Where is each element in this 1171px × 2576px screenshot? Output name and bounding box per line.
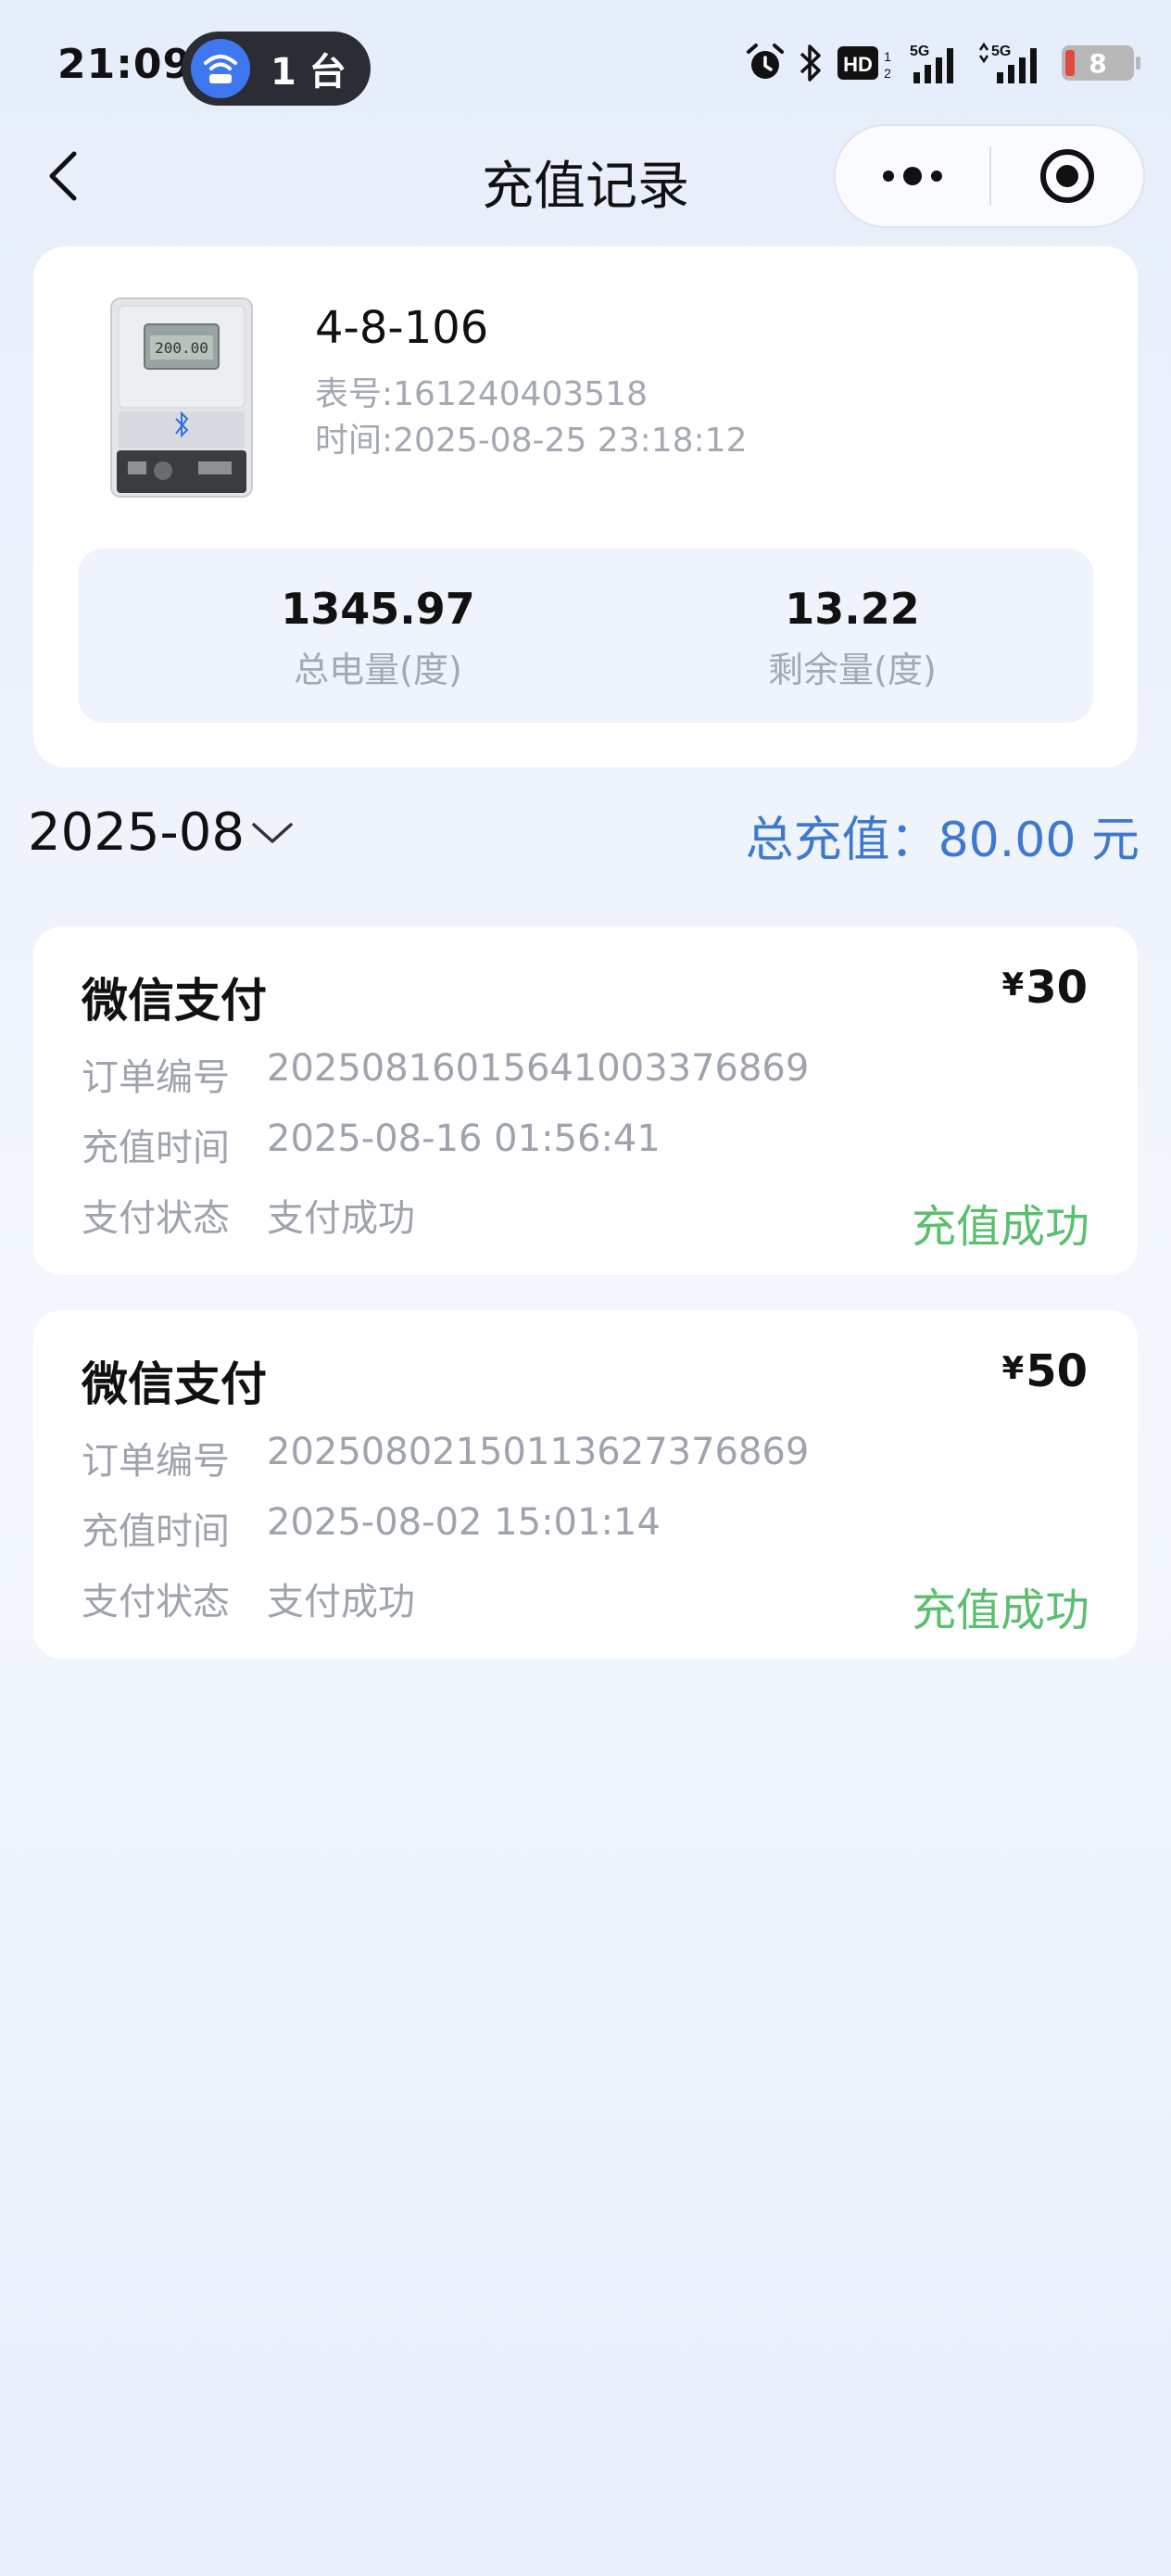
payment-method: 微信支付: [82, 974, 267, 1028]
recharge-time-value: 2025-08-16 01:56:41: [267, 1118, 661, 1160]
status-time: 21:09: [57, 41, 193, 88]
status-bar: 21:09 1 台 HD 1 2 5G 5G 8: [0, 0, 1171, 130]
signal-5g-icon: 5G: [908, 41, 963, 85]
stat-total-energy: 1345.97 总电量(度): [193, 584, 563, 692]
recharge-amount: ¥50: [1002, 1345, 1088, 1397]
recharge-amount: ¥30: [1002, 962, 1088, 1014]
meter-display-reading: 200.00: [155, 339, 208, 357]
month-filter-row: 2025-08 总充值：80.00 元: [0, 793, 1171, 877]
meter-card: 200.00 4-8-106 表号:161240403518 时间:2025-0…: [33, 246, 1138, 767]
svg-text:2: 2: [884, 66, 891, 81]
recharge-status-badge: 充值成功: [911, 1201, 1089, 1253]
hd-icon: HD 1 2: [836, 43, 895, 83]
stat-value: 13.22: [785, 584, 920, 634]
stat-value: 1345.97: [281, 584, 475, 634]
svg-text:1: 1: [884, 49, 891, 64]
svg-text:5G: 5G: [910, 44, 929, 59]
battery-level: 8: [1062, 45, 1140, 81]
recharge-record-card[interactable]: 微信支付 ¥30 订单编号 20250816015641003376869 充值…: [33, 927, 1138, 1275]
alarm-icon: [745, 43, 786, 83]
month-selector[interactable]: 2025-08: [28, 802, 295, 863]
amount-value: 30: [1026, 962, 1088, 1014]
pay-status-row: 支付状态 支付成功: [82, 1572, 415, 1625]
pay-status-value: 支付成功: [267, 1197, 415, 1240]
hotspot-count: 1 台: [271, 51, 346, 94]
total-recharge: 总充值：80.00 元: [745, 813, 1140, 868]
close-button[interactable]: [991, 126, 1143, 226]
recharge-status-badge: 充值成功: [911, 1585, 1089, 1636]
currency-symbol: ¥: [1001, 966, 1025, 1004]
more-button[interactable]: [836, 126, 989, 226]
pay-status-value: 支付成功: [267, 1581, 415, 1623]
hotspot-icon: [191, 39, 250, 98]
order-number-row: 订单编号 20250802150113627376869: [82, 1431, 809, 1484]
month-value: 2025-08: [28, 802, 245, 863]
recharge-time-row: 充值时间 2025-08-02 15:01:14: [82, 1501, 661, 1555]
pay-status-label: 支付状态: [82, 1197, 230, 1240]
bluetooth-icon: [799, 43, 823, 83]
pay-status-row: 支付状态 支付成功: [82, 1188, 415, 1242]
signal-5g-icon: 5G: [976, 41, 1049, 85]
svg-text:5G: 5G: [991, 44, 1011, 59]
order-number-row: 订单编号 20250816015641003376869: [82, 1047, 809, 1101]
order-number-value: 20250802150113627376869: [267, 1431, 810, 1473]
more-dots-icon: [883, 167, 942, 185]
currency-symbol: ¥: [1001, 1350, 1025, 1387]
hotspot-pill[interactable]: 1 台: [182, 32, 371, 106]
recharge-time-row: 充值时间 2025-08-16 01:56:41: [82, 1118, 661, 1171]
stat-remaining-energy: 13.22 剩余量(度): [667, 584, 1038, 692]
pay-status-label: 支付状态: [82, 1581, 230, 1623]
meter-name: 4-8-106: [315, 302, 489, 354]
order-number-value: 20250816015641003376869: [267, 1047, 810, 1090]
recharge-time-label: 充值时间: [82, 1127, 230, 1169]
meter-update-time: 时间:2025-08-25 23:18:12: [315, 422, 748, 460]
stat-label: 剩余量(度): [768, 650, 937, 690]
chevron-down-icon: [250, 819, 295, 847]
target-close-icon: [1039, 149, 1094, 203]
recharge-time-label: 充值时间: [82, 1510, 230, 1553]
meter-number: 表号:161240403518: [315, 375, 648, 413]
payment-method: 微信支付: [82, 1357, 267, 1411]
meter-image: 200.00: [109, 297, 254, 499]
svg-text:HD: HD: [843, 53, 873, 76]
meter-stats: 1345.97 总电量(度) 13.22 剩余量(度): [78, 549, 1093, 723]
amount-value: 50: [1026, 1345, 1088, 1397]
recharge-record-card[interactable]: 微信支付 ¥50 订单编号 20250802150113627376869 充值…: [33, 1310, 1138, 1659]
order-number-label: 订单编号: [82, 1056, 230, 1099]
mini-program-capsule: [834, 124, 1145, 228]
stat-label: 总电量(度): [294, 650, 462, 690]
battery-icon: 8: [1062, 45, 1140, 81]
recharge-time-value: 2025-08-02 15:01:14: [267, 1501, 661, 1544]
nav-bar: 充值记录: [0, 120, 1171, 232]
order-number-label: 订单编号: [82, 1440, 230, 1483]
